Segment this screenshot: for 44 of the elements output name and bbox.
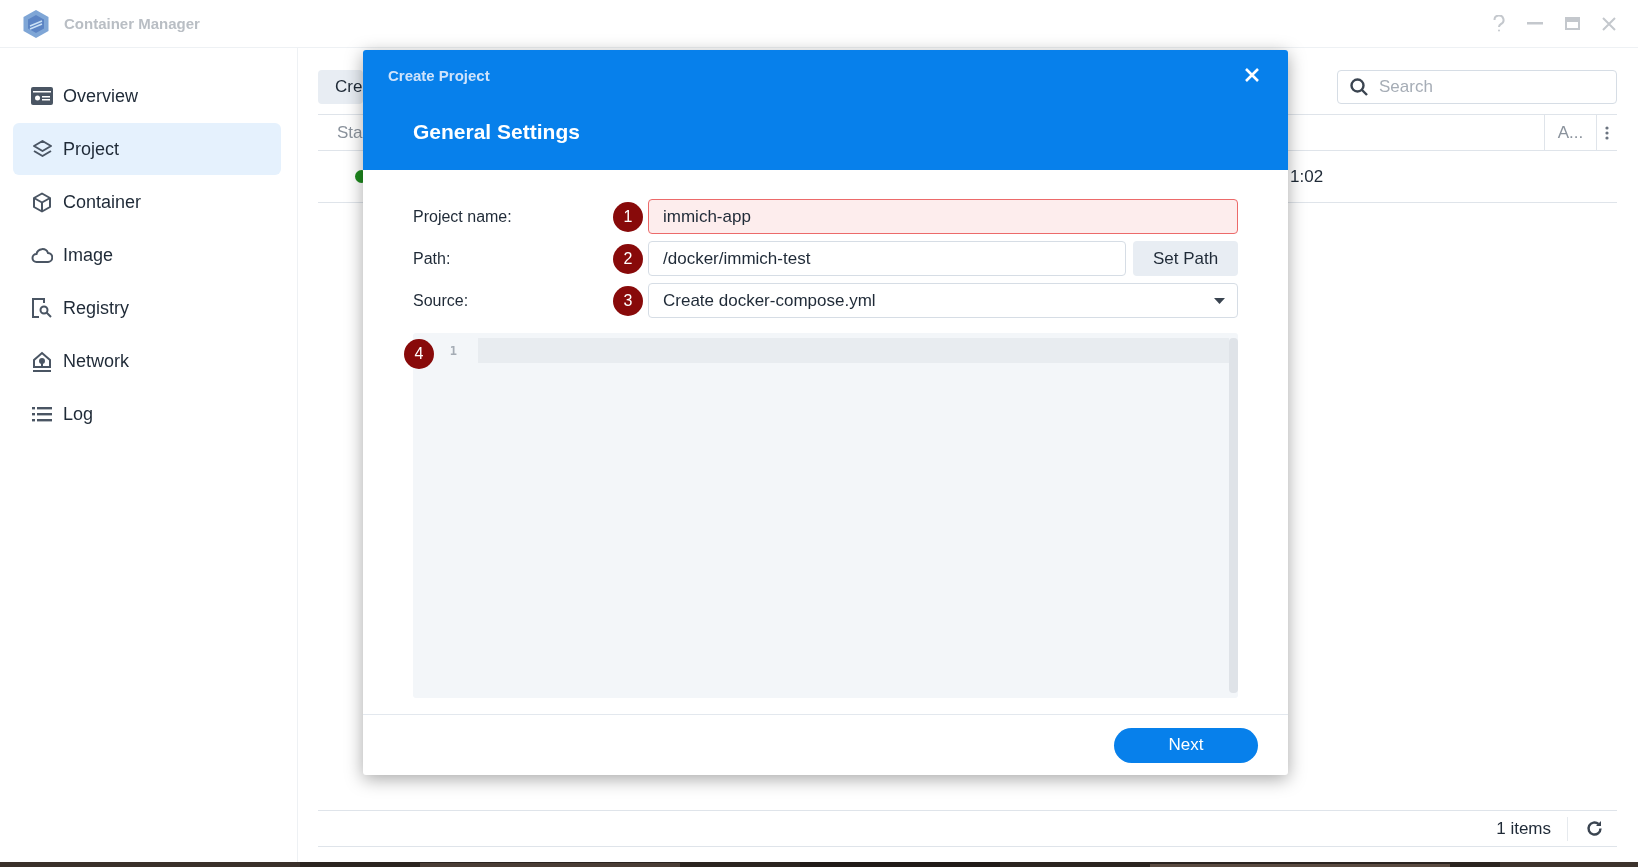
cube-icon bbox=[32, 191, 52, 213]
search-field[interactable]: Search bbox=[1337, 70, 1617, 104]
refresh-icon[interactable] bbox=[1586, 820, 1603, 837]
dashboard-icon bbox=[31, 87, 53, 105]
number-badge: 2 bbox=[613, 243, 643, 274]
field-label: Project name: bbox=[413, 207, 513, 226]
path-field[interactable]: /docker/immich-test bbox=[648, 241, 1126, 276]
app-title: Container Manager bbox=[64, 15, 201, 32]
sidebar-item[interactable]: Log bbox=[13, 388, 281, 440]
table-cell: 1:02 bbox=[1290, 166, 1324, 187]
layers-icon bbox=[31, 138, 53, 160]
set-path-button[interactable]: Set Path bbox=[1133, 241, 1238, 276]
number-badge: 1 bbox=[613, 201, 643, 232]
minimize-icon[interactable] bbox=[1527, 22, 1543, 25]
sidebar-item[interactable]: Project bbox=[13, 123, 281, 175]
help-icon[interactable] bbox=[1493, 15, 1505, 32]
number-badge: 4 bbox=[404, 339, 434, 369]
search-icon bbox=[1350, 78, 1368, 96]
project-name-field[interactable]: immich-app bbox=[648, 199, 1238, 234]
sidebar-item[interactable]: Image bbox=[13, 229, 281, 281]
create-button[interactable]: Cre bbox=[318, 70, 363, 104]
maximize-icon[interactable] bbox=[1565, 17, 1580, 30]
item-count: 1 items bbox=[1496, 816, 1568, 841]
dialog-heading: General Settings bbox=[413, 120, 580, 144]
list-icon bbox=[32, 406, 52, 422]
sidebar-item[interactable]: Overview bbox=[13, 70, 281, 122]
close-icon[interactable] bbox=[1602, 16, 1616, 31]
caret-icon bbox=[1214, 297, 1225, 304]
source-dropdown[interactable]: Create docker-compose.yml bbox=[648, 283, 1238, 318]
line-number: 1 bbox=[449, 343, 457, 358]
sidebar-item[interactable]: Container bbox=[13, 176, 281, 228]
scrollbar[interactable] bbox=[1229, 338, 1238, 693]
document-search-icon bbox=[32, 298, 52, 318]
sidebar-item[interactable]: Network bbox=[13, 335, 281, 387]
more-icon[interactable] bbox=[1605, 125, 1609, 140]
sidebar-item[interactable]: Registry bbox=[13, 282, 281, 334]
dialog-title: Create Project bbox=[388, 67, 490, 84]
next-button[interactable]: Next bbox=[1114, 727, 1258, 763]
number-badge: 3 bbox=[613, 285, 643, 316]
field-label: Path: bbox=[413, 249, 452, 268]
cloud-icon bbox=[31, 247, 53, 263]
app-logo-icon bbox=[22, 8, 50, 39]
house-icon bbox=[32, 350, 52, 372]
field-label: Source: bbox=[413, 291, 470, 310]
